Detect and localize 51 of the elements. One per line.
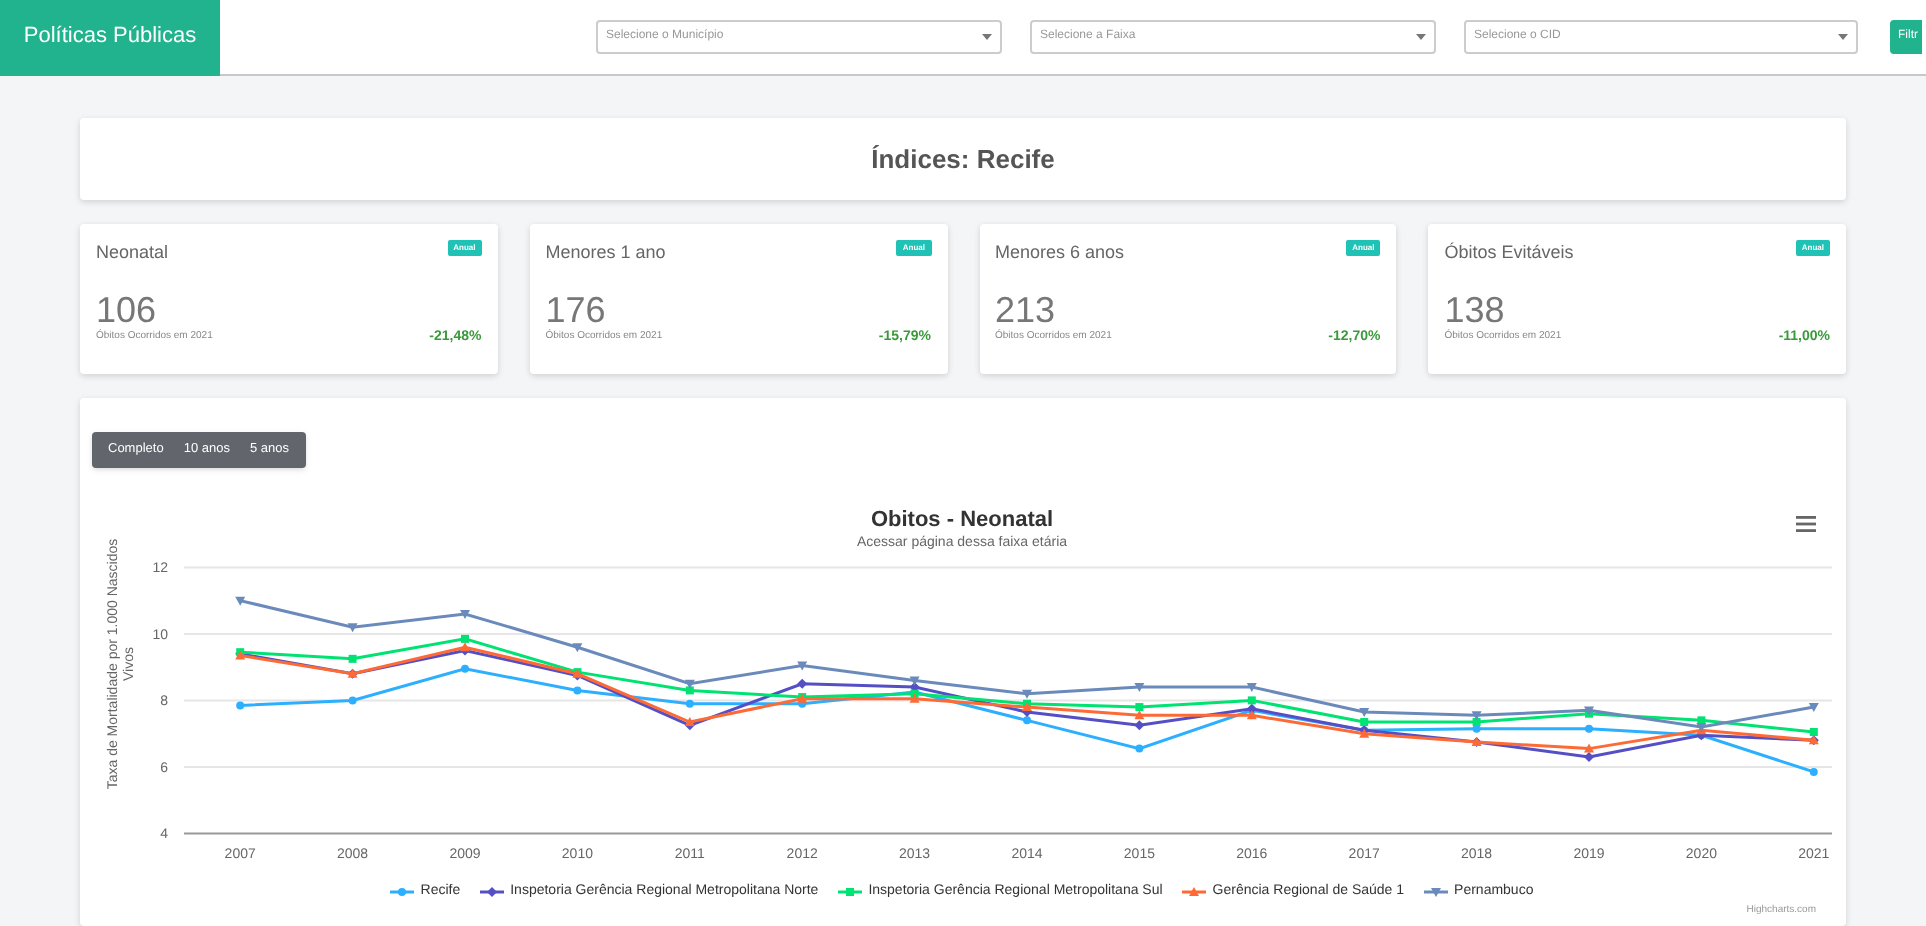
point [348,654,357,663]
point [347,623,358,633]
point [1246,710,1257,720]
point [461,634,469,643]
point [909,676,920,686]
card-title: Menores 6 anos [995,240,1125,266]
caret-icon [1416,34,1426,40]
point [1360,718,1369,727]
point [1246,683,1257,693]
point [1135,703,1144,712]
point [685,699,694,708]
point [460,609,470,619]
point [1584,743,1594,753]
point [1134,720,1145,731]
point [909,693,920,703]
point [685,686,694,695]
point [461,664,469,673]
point [572,643,583,653]
point [236,701,245,710]
point [797,661,808,671]
point [1134,710,1145,720]
caret-icon [982,34,992,40]
point [573,686,582,695]
point [797,678,808,689]
title-card: Índices: Recife [80,118,1846,200]
point [1472,718,1481,727]
point [1247,696,1256,705]
point [1023,716,1031,725]
menu-icon[interactable] [1796,516,1816,532]
point [1359,708,1370,718]
point [684,679,695,689]
point [1471,711,1482,721]
point [348,696,357,705]
point [1809,767,1818,776]
point [1584,751,1594,762]
point [1134,683,1145,693]
card-value: 106 [96,291,159,327]
card-title: Óbitos Evitáveis [1444,240,1574,266]
card-title: Menores 1 ano [545,240,666,266]
card-value: 176 [545,291,608,327]
point [1585,724,1593,733]
card-value: 213 [995,291,1058,327]
chart-title: Obitos - Neonatal [870,508,1054,534]
caret-icon [1838,34,1848,40]
card-title: Neonatal [96,240,169,266]
point [1022,689,1032,699]
point [1135,744,1144,753]
point [1808,703,1819,713]
point [235,596,246,606]
card-value: 138 [1444,291,1507,327]
point [1809,727,1818,736]
